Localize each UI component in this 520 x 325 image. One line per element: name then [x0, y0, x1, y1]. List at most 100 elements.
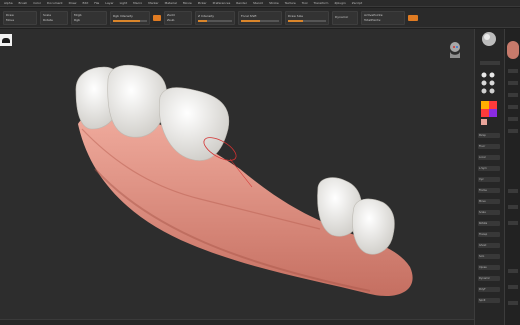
tooth-5 — [352, 198, 395, 255]
shelf-button-ghost[interactable]: Ghost — [478, 243, 500, 248]
tray-item[interactable] — [508, 285, 518, 289]
total-points-label: TotalPoints: — [364, 17, 382, 22]
shelf-button-label: Persp — [479, 134, 486, 137]
tray-item[interactable] — [508, 205, 518, 209]
head-navigation-icon[interactable] — [446, 40, 464, 60]
menu-item-movie[interactable]: Movie — [183, 1, 192, 5]
menu-item-zplugin[interactable]: Zplugin — [334, 1, 345, 5]
focal-shift-slider[interactable]: Focal Shift — [238, 10, 282, 25]
brush-icon[interactable] — [0, 34, 12, 46]
shelf-button-persp[interactable]: Persp — [478, 133, 500, 138]
shelf-button-label: PolyF — [479, 288, 486, 291]
tray-item[interactable] — [508, 301, 518, 305]
jaw-model[interactable] — [0, 29, 474, 319]
menu-item-texture[interactable]: Texture — [285, 1, 296, 5]
menu-item-light[interactable]: Light — [120, 1, 128, 5]
menu-item-stencil[interactable]: Stencil — [253, 1, 263, 5]
menu-item-tool[interactable]: Tool — [302, 1, 308, 5]
right-shelf: Persp Floor Local L.Sym Xyz Frame Move Scale Rot… — [474, 29, 504, 325]
menu-item-stroke[interactable]: Stroke — [269, 1, 279, 5]
menu-item-zscript[interactable]: Zscript — [352, 1, 362, 5]
draw-size-slider[interactable]: Draw Size — [285, 10, 329, 25]
focal-shift-track[interactable] — [241, 19, 279, 22]
menu-bar: Alpha Brush Color Document Draw Edit File Layer… — [0, 0, 520, 7]
menu-item-document[interactable]: Document — [47, 1, 63, 5]
shelf-button-xpose[interactable]: Xpose — [478, 265, 500, 270]
menu-item-alpha[interactable]: Alpha — [4, 1, 13, 5]
shelf-button-frame[interactable]: Frame — [478, 188, 500, 193]
shelf-button-label: Ghost — [479, 244, 487, 247]
tray-item[interactable] — [508, 93, 518, 97]
z-intensity-label: Z Intensity — [198, 13, 215, 18]
shelf-button-label: Floor — [479, 145, 486, 148]
move-button[interactable]: Move — [6, 18, 34, 23]
shelf-button-spotl[interactable]: Spotl — [478, 298, 500, 303]
shelf-button-label: Scale — [479, 211, 486, 214]
accent-button[interactable] — [408, 14, 418, 21]
menu-item-material[interactable]: Material — [165, 1, 177, 5]
menu-item-draw[interactable]: Draw — [69, 1, 77, 5]
shelf-button-label: Spotl — [479, 299, 486, 302]
draw-size-track[interactable] — [288, 19, 326, 22]
color-mode-group: Mrgb Rgb — [71, 10, 107, 25]
tray-item[interactable] — [508, 117, 518, 121]
draw-size-label: Draw Size — [288, 13, 303, 18]
menu-item-preferences[interactable]: Preferences — [213, 1, 231, 5]
shelf-button-floor[interactable]: Floor — [478, 144, 500, 149]
shelf-button-local[interactable]: Local — [478, 155, 500, 160]
shelf-button-lsym[interactable]: L.Sym — [478, 166, 500, 171]
shelf-button-label: Transp — [479, 233, 488, 236]
menu-item-color[interactable]: Color — [33, 1, 41, 5]
zmode-group: Zadd Zsub — [164, 10, 192, 25]
transform-group: Scale Rotate — [40, 10, 68, 25]
zsub-label[interactable]: Zsub — [167, 18, 189, 23]
top-toolbar: Draw Move Scale Rotate Mrgb Rgb Rgb Inte… — [0, 8, 520, 28]
shelf-button-dynamic[interactable]: Dynamic — [478, 276, 500, 281]
shelf-button-label: Xyz — [479, 178, 484, 181]
menu-item-render[interactable]: Render — [236, 1, 247, 5]
shelf-button-transp[interactable]: Transp — [478, 232, 500, 237]
dynamic-toggle[interactable]: Dynamic — [332, 10, 358, 25]
menu-item-file[interactable]: File — [94, 1, 99, 5]
tray-item[interactable] — [508, 221, 518, 225]
menu-item-transform[interactable]: Transform — [314, 1, 329, 5]
shelf-button-label: Solo — [479, 255, 485, 258]
tray-item[interactable] — [508, 105, 518, 109]
zadd-button[interactable] — [153, 14, 161, 21]
menu-item-layer[interactable]: Layer — [105, 1, 113, 5]
shelf-button-scale[interactable]: Scale — [478, 210, 500, 215]
shelf-button-label: L.Sym — [479, 167, 487, 170]
3d-viewport[interactable] — [0, 29, 474, 319]
material-preview[interactable] — [476, 29, 504, 129]
shelf-button-move[interactable]: Move — [478, 199, 500, 204]
right-tray — [504, 29, 520, 325]
rgb-button[interactable]: Rgb — [74, 18, 104, 23]
tray-item[interactable] — [508, 129, 518, 133]
menu-item-edit[interactable]: Edit — [82, 1, 88, 5]
dynamic-label: Dynamic — [335, 15, 349, 19]
thumbnail-icon[interactable] — [507, 41, 519, 59]
tray-item[interactable] — [508, 69, 518, 73]
shelf-button-label: Move — [479, 200, 486, 203]
tray-item[interactable] — [508, 269, 518, 273]
shelf-button-label: Local — [479, 156, 486, 159]
tray-item[interactable] — [508, 189, 518, 193]
rgb-intensity-track[interactable] — [113, 19, 147, 22]
z-intensity-track[interactable] — [198, 19, 232, 22]
shelf-button-polyf[interactable]: PolyF — [478, 287, 500, 292]
rotate-button[interactable]: Rotate — [43, 18, 65, 23]
menu-item-brush[interactable]: Brush — [19, 1, 28, 5]
focal-shift-label: Focal Shift — [241, 13, 257, 18]
tray-item[interactable] — [508, 81, 518, 85]
shelf-button-xyz[interactable]: Xyz — [478, 177, 500, 182]
shelf-button-label: Dynamic — [479, 277, 491, 280]
menu-item-marker[interactable]: Marker — [148, 1, 158, 5]
rgb-intensity-slider[interactable]: Rgb Intensity — [110, 10, 150, 25]
menu-item-picker[interactable]: Picker — [198, 1, 207, 5]
rgb-intensity-label: Rgb Intensity — [113, 13, 133, 18]
shelf-button-rotate[interactable]: Rotate — [478, 221, 500, 226]
shelf-button-label: Rotate — [479, 222, 488, 225]
shelf-button-solo[interactable]: Solo — [478, 254, 500, 259]
menu-item-macro[interactable]: Macro — [133, 1, 142, 5]
z-intensity-slider[interactable]: Z Intensity — [195, 10, 235, 25]
